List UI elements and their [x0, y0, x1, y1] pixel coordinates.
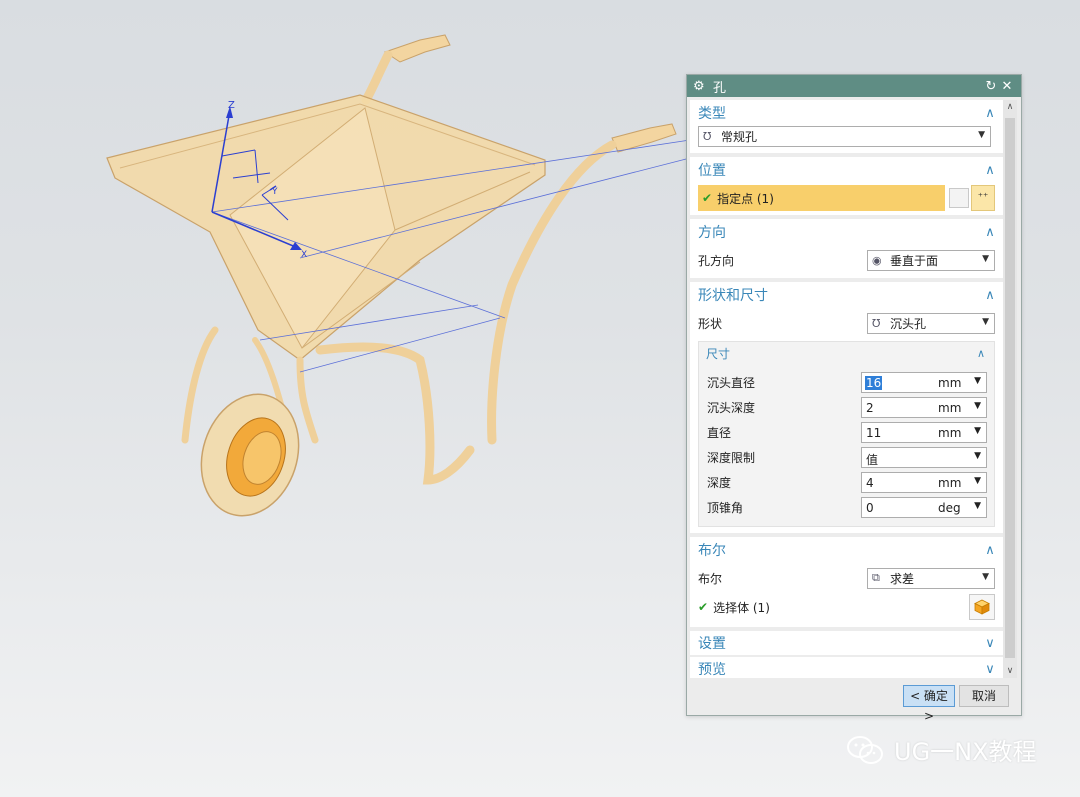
select-body-label[interactable]: 选择体 (1): [713, 599, 969, 616]
hole-direction-label: 孔方向: [698, 253, 735, 268]
depth-input[interactable]: 4 mm ▼: [861, 472, 987, 493]
shape-label: 形状: [698, 316, 723, 331]
dimension-row: 沉头深度 2 mm ▼: [699, 395, 994, 420]
scrollbar-thumb[interactable]: [1005, 118, 1015, 658]
sketch-section-button[interactable]: [949, 188, 969, 208]
section-type: 类型 ∧ Ʊ 常规孔 ▼: [690, 100, 1003, 153]
solid-body-icon: [974, 599, 990, 615]
section-direction: 方向 ∧ 孔方向 ◉ 垂直于面 ▼: [690, 219, 1003, 278]
dialog-scrollbar[interactable]: ∧ ∨: [1003, 100, 1017, 678]
counterbore-depth-input[interactable]: 2 mm ▼: [861, 397, 987, 418]
wechat-icon: [847, 735, 883, 764]
section-settings: 设置 ∨: [690, 631, 1003, 655]
chevron-up-icon[interactable]: ∧: [983, 543, 997, 558]
watermark: UG一NX教程: [846, 732, 1037, 767]
axis-z-label: Z: [228, 100, 235, 111]
reset-icon[interactable]: ↻: [983, 79, 999, 94]
chevron-up-icon[interactable]: ∧: [974, 347, 988, 360]
hole-type-select[interactable]: Ʊ 常规孔 ▼: [698, 126, 991, 147]
dimension-row: 深度限制 值 ▼: [699, 445, 994, 470]
dropdown-caret-icon[interactable]: ▼: [974, 376, 981, 386]
hole-type-icon: Ʊ: [703, 130, 712, 143]
section-preview: 预览 ∨: [690, 657, 1003, 678]
dropdown-caret-icon: ▼: [982, 253, 989, 264]
chevron-down-icon[interactable]: ∨: [983, 636, 997, 651]
axis-y-label: Y: [271, 187, 278, 197]
watermark-text: UG一NX教程: [894, 738, 1037, 766]
subtract-icon: ⧉: [872, 571, 880, 584]
depth-limit-select[interactable]: 值 ▼: [861, 447, 987, 468]
section-type-header[interactable]: 类型 ∧: [690, 100, 1003, 126]
dropdown-caret-icon[interactable]: ▼: [974, 451, 981, 461]
hole-direction-select[interactable]: ◉ 垂直于面 ▼: [867, 249, 995, 271]
shape-select[interactable]: Ʊ 沉头孔 ▼: [867, 312, 995, 334]
tip-angle-input[interactable]: 0 deg ▼: [861, 497, 987, 518]
section-shape-header[interactable]: 形状和尺寸 ∧: [690, 282, 1003, 308]
counterbore-icon: Ʊ: [872, 316, 881, 330]
diameter-input[interactable]: 11 mm ▼: [861, 422, 987, 443]
dimension-row: 沉头直径 16 mm ▼: [699, 370, 994, 395]
counterbore-diameter-input[interactable]: 16 mm ▼: [861, 372, 987, 393]
dropdown-caret-icon[interactable]: ▼: [974, 476, 981, 486]
dimension-row: 顶锥角 0 deg ▼: [699, 495, 994, 520]
chevron-down-icon[interactable]: ∨: [983, 662, 997, 677]
gear-icon[interactable]: ⚙: [693, 79, 707, 94]
close-icon[interactable]: ✕: [999, 79, 1015, 94]
section-position-header[interactable]: 位置 ∧: [690, 157, 1003, 183]
chevron-up-icon[interactable]: ∧: [983, 106, 997, 121]
point-dialog-button[interactable]: ⁺⁺: [971, 185, 995, 211]
scroll-down-icon[interactable]: ∨: [1003, 664, 1017, 678]
cancel-button[interactable]: 取消: [959, 685, 1009, 707]
dimensions-subsection: 尺寸 ∧ 沉头直径 16 mm ▼ 沉头深度 2 mm ▼ 直径 11 mm ▼…: [698, 341, 995, 527]
section-boolean: 布尔 ∧ 布尔 ⧉ 求差 ▼ ✔ 选择体 (1): [690, 537, 1003, 627]
chevron-up-icon[interactable]: ∧: [983, 163, 997, 178]
dimension-row: 直径 11 mm ▼: [699, 420, 994, 445]
dropdown-caret-icon: ▼: [982, 316, 989, 327]
hole-dialog: ⚙ 孔 ↻ ✕ 类型 ∧ Ʊ 常规孔 ▼ 位置 ∧ ✔ 指定点 (1) ⁺⁺ 方…: [686, 74, 1022, 723]
axis-x-label: X: [301, 250, 307, 260]
section-direction-header[interactable]: 方向 ∧: [690, 219, 1003, 245]
boolean-label: 布尔: [698, 571, 723, 586]
section-shape: 形状和尺寸 ∧ 形状 Ʊ 沉头孔 ▼ 尺寸 ∧ 沉头直径 16 mm ▼ 沉头深…: [690, 282, 1003, 533]
normal-to-face-icon: ◉: [872, 253, 882, 267]
section-boolean-header[interactable]: 布尔 ∧: [690, 537, 1003, 563]
boolean-select[interactable]: ⧉ 求差 ▼: [867, 567, 995, 589]
chevron-up-icon[interactable]: ∧: [983, 288, 997, 303]
dialog-titlebar[interactable]: ⚙ 孔 ↻ ✕: [687, 75, 1021, 97]
dropdown-caret-icon: ▼: [978, 130, 985, 140]
dropdown-caret-icon[interactable]: ▼: [974, 401, 981, 411]
section-position: 位置 ∧ ✔ 指定点 (1) ⁺⁺: [690, 157, 1003, 215]
dropdown-caret-icon[interactable]: ▼: [974, 501, 981, 511]
dropdown-caret-icon: ▼: [982, 571, 989, 582]
dialog-footer: < 确定 > 取消: [687, 681, 1021, 723]
dimensions-header[interactable]: 尺寸 ∧: [699, 342, 994, 364]
checkmark-icon: ✔: [698, 600, 709, 614]
chevron-up-icon[interactable]: ∧: [983, 225, 997, 240]
ok-button[interactable]: < 确定 >: [903, 685, 955, 723]
section-settings-header[interactable]: 设置 ∨: [690, 631, 1003, 655]
dialog-content: 类型 ∧ Ʊ 常规孔 ▼ 位置 ∧ ✔ 指定点 (1) ⁺⁺ 方向 ∧ 孔方向 …: [690, 100, 1003, 678]
section-preview-header[interactable]: 预览 ∨: [690, 657, 1003, 679]
checkmark-icon: ✔: [702, 191, 713, 205]
scroll-up-icon[interactable]: ∧: [1003, 100, 1017, 114]
dialog-title: 孔: [713, 80, 727, 96]
select-body-button[interactable]: [969, 594, 995, 620]
specify-point-field[interactable]: ✔ 指定点 (1): [698, 185, 945, 211]
dimension-row: 深度 4 mm ▼: [699, 470, 994, 495]
dropdown-caret-icon[interactable]: ▼: [974, 426, 981, 436]
